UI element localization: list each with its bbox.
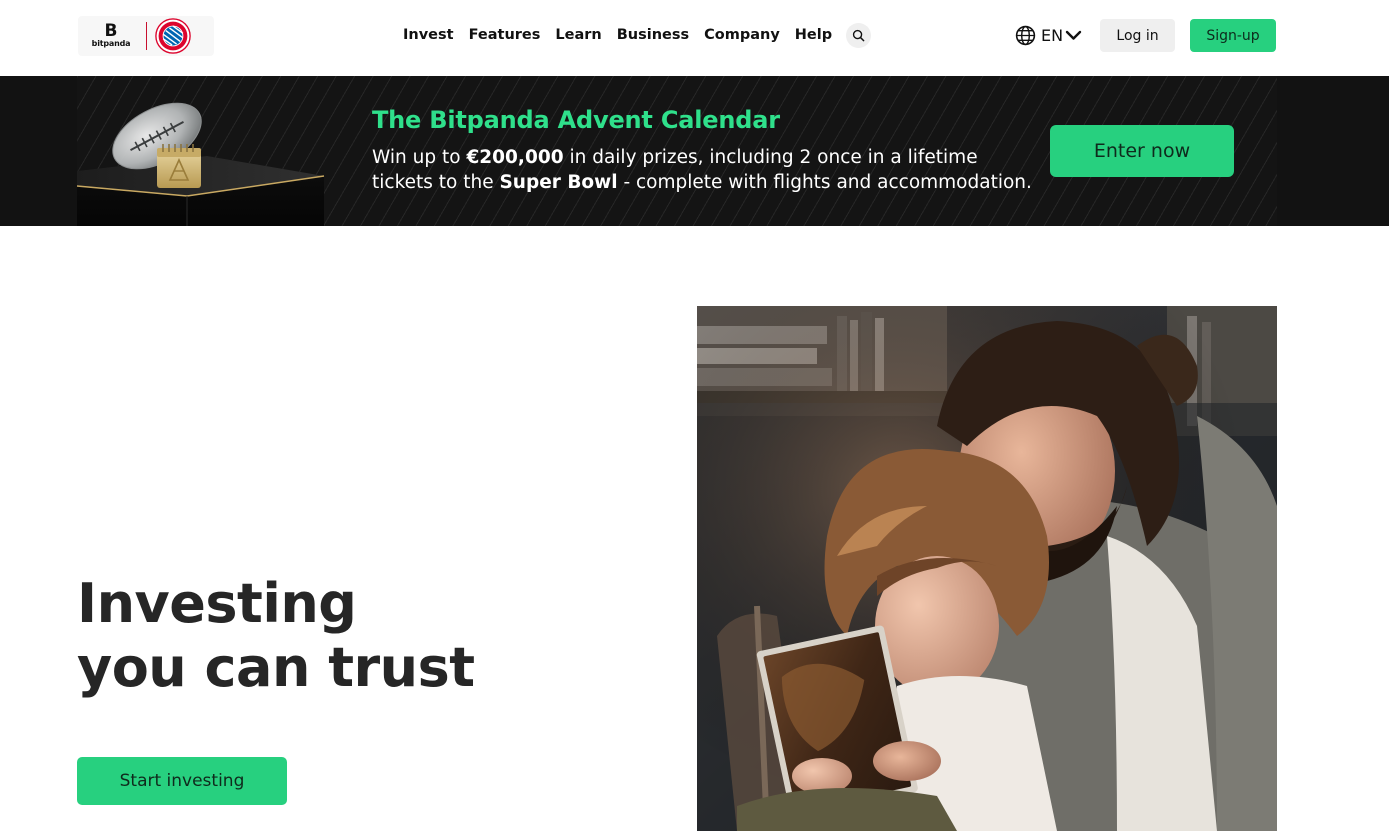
nav-business[interactable]: Business bbox=[617, 27, 689, 43]
signup-button[interactable]: Sign-up bbox=[1190, 19, 1276, 52]
login-button[interactable]: Log in bbox=[1100, 19, 1175, 52]
fc-bayern-crest-icon bbox=[155, 18, 191, 54]
banner-text-part-3: - complete with flights and accommodatio… bbox=[617, 172, 1032, 193]
football-calendar-illustration bbox=[77, 102, 325, 226]
start-investing-button[interactable]: Start investing bbox=[77, 757, 287, 805]
banner-prize-amount: €200,000 bbox=[466, 147, 564, 168]
hero-title-line-2: you can trust bbox=[77, 636, 475, 699]
promo-banner: The Bitpanda Advent Calendar Win up to €… bbox=[0, 76, 1389, 226]
bitpanda-monogram: B bbox=[104, 21, 118, 41]
father-child-reading-photo bbox=[697, 306, 1277, 831]
nav-invest[interactable]: Invest bbox=[403, 27, 454, 43]
main-nav: Invest Features Learn Business Company H… bbox=[403, 22, 872, 48]
banner-text-part-1: Win up to bbox=[372, 147, 467, 168]
banner-description: Win up to €200,000 in daily prizes, incl… bbox=[372, 145, 1032, 195]
promo-banner-content[interactable]: The Bitpanda Advent Calendar Win up to €… bbox=[77, 76, 1277, 226]
language-label: EN bbox=[1041, 25, 1064, 45]
bitpanda-logo: B bitpanda bbox=[78, 16, 144, 56]
hero-photo bbox=[697, 306, 1277, 831]
nav-features[interactable]: Features bbox=[469, 27, 541, 43]
banner-event-name: Super Bowl bbox=[499, 172, 618, 193]
globe-icon bbox=[1015, 25, 1036, 45]
search-button[interactable] bbox=[846, 22, 872, 48]
language-selector[interactable]: EN bbox=[1015, 24, 1082, 46]
hero-title: Investing you can trust bbox=[77, 572, 475, 700]
nav-help[interactable]: Help bbox=[795, 27, 832, 43]
nav-learn[interactable]: Learn bbox=[555, 27, 601, 43]
hero-title-line-1: Investing bbox=[77, 572, 357, 635]
bitpanda-wordmark: bitpanda bbox=[91, 39, 131, 48]
chevron-down-icon bbox=[1065, 30, 1082, 40]
search-icon bbox=[853, 29, 865, 41]
enter-now-button[interactable]: Enter now bbox=[1050, 125, 1234, 177]
site-header: B bitpanda Invest Features Learn Busines… bbox=[0, 0, 1389, 76]
logo-divider bbox=[146, 22, 147, 50]
banner-title: The Bitpanda Advent Calendar bbox=[372, 106, 780, 134]
brand-logo[interactable]: B bitpanda bbox=[78, 16, 214, 56]
nav-company[interactable]: Company bbox=[704, 27, 780, 43]
